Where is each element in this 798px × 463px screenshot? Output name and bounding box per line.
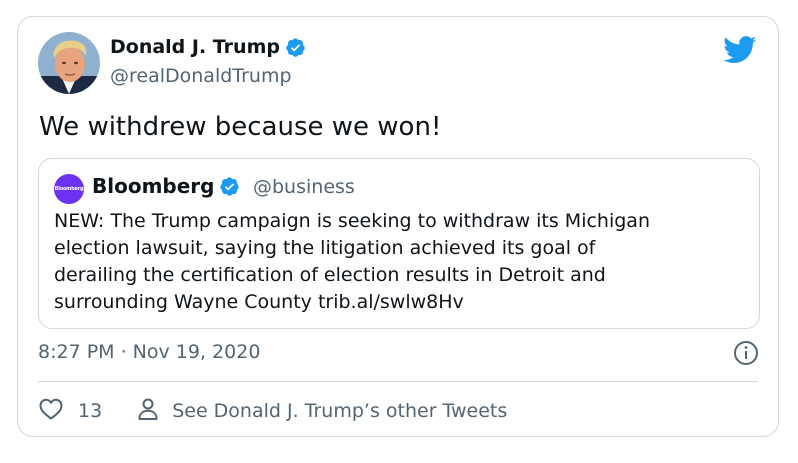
person-icon <box>137 397 172 426</box>
author-avatar[interactable] <box>38 32 100 94</box>
see-other-tweets-link[interactable]: See Donald J. Trump’s other Tweets <box>137 397 507 426</box>
like-count: 13 <box>78 400 103 422</box>
verified-badge-icon <box>285 37 306 58</box>
quoted-author-avatar[interactable]: Bloomberg <box>54 174 84 204</box>
tweet-actions: 13 See Donald J. Trump’s other Tweets <box>38 395 507 427</box>
twitter-bird-icon[interactable] <box>723 36 757 64</box>
verified-badge-icon <box>219 176 240 197</box>
quoted-author-name[interactable]: Bloomberg <box>92 174 240 198</box>
tweet-text: We withdrew because we won! <box>39 112 442 142</box>
see-other-tweets-label: See Donald J. Trump’s other Tweets <box>172 400 508 422</box>
quoted-text-line: derailing the certification of election … <box>54 264 606 286</box>
author-name[interactable]: Donald J. Trump <box>110 36 306 58</box>
quoted-text-line: NEW: The Trump campaign is seeking to wi… <box>54 210 650 232</box>
divider <box>38 381 758 382</box>
info-icon[interactable] <box>733 340 759 366</box>
author-name-text: Donald J. Trump <box>110 36 280 58</box>
quoted-text-line: surrounding Wayne County trib.al/swlw8Hv <box>54 291 464 313</box>
quoted-tweet-text: NEW: The Trump campaign is seeking to wi… <box>54 208 744 316</box>
heart-icon <box>38 397 64 426</box>
quoted-author-name-text: Bloomberg <box>92 174 215 198</box>
quoted-text-line: election lawsuit, saying the litigation … <box>54 237 596 259</box>
quoted-avatar-wordmark: Bloomberg <box>54 186 84 192</box>
tweet-timestamp[interactable]: 8:27 PM · Nov 19, 2020 <box>38 341 260 363</box>
tweet-card: Donald J. Trump @realDonaldTrump We with… <box>17 16 779 437</box>
quoted-author-handle[interactable]: @business <box>253 176 355 198</box>
quoted-tweet[interactable]: Bloomberg Bloomberg @business NEW: The T… <box>38 158 760 329</box>
like-button[interactable]: 13 <box>38 397 102 426</box>
author-handle[interactable]: @realDonaldTrump <box>110 65 292 87</box>
